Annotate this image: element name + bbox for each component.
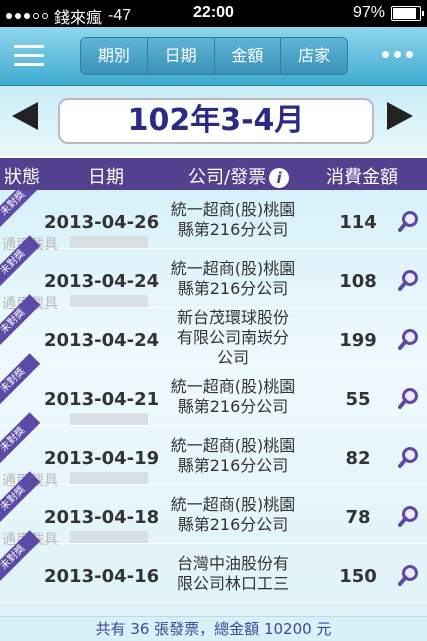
row-store-line: 縣第216分公司 bbox=[177, 397, 289, 416]
row-date: 2013-04-16 bbox=[44, 566, 160, 587]
redacted-field bbox=[70, 472, 148, 484]
tab-period[interactable]: 期別 bbox=[81, 38, 148, 74]
redacted-field bbox=[70, 531, 148, 543]
redacted-field bbox=[70, 236, 148, 248]
row-store: 統一超商(股)桃園 縣第216分公司 bbox=[160, 377, 306, 417]
row-date: 2013-04-21 bbox=[44, 389, 160, 410]
row-amount: 55 bbox=[345, 389, 371, 410]
tab-date[interactable]: 日期 bbox=[147, 38, 215, 74]
table-row[interactable]: 未對獎 2013-04-16 台灣中油股份有 限公司林口工三 150 bbox=[0, 530, 427, 603]
row-store-line: 公司 bbox=[216, 348, 249, 367]
row-store-line: 新台茂環球股份 bbox=[176, 308, 289, 327]
period-label[interactable]: 102年3-4月 bbox=[58, 98, 374, 144]
table-row[interactable]: 未對獎 2013-04-18 統一超商(股)桃園 縣第216分公司 78 通用載… bbox=[0, 471, 427, 548]
row-amount: 78 bbox=[345, 507, 371, 528]
next-period-icon[interactable] bbox=[387, 102, 413, 130]
battery-icon bbox=[391, 5, 424, 21]
row-store-line: 縣第216分公司 bbox=[177, 279, 289, 298]
battery-percent: 97% bbox=[352, 4, 385, 21]
tab-store[interactable]: 店家 bbox=[281, 38, 347, 74]
row-store-line: 統一超商(股)桃園 bbox=[170, 495, 296, 514]
hamburger-icon[interactable] bbox=[14, 45, 44, 67]
row-store: 新台茂環球股份 有限公司南崁分 公司 bbox=[160, 308, 306, 368]
row-date: 2013-04-26 bbox=[44, 212, 160, 233]
search-icon[interactable] bbox=[398, 446, 420, 468]
header-company-label: 公司/發票 bbox=[188, 167, 267, 188]
search-icon[interactable] bbox=[398, 564, 420, 586]
row-date: 2013-04-19 bbox=[44, 448, 160, 469]
table-row[interactable]: 未對獎 2013-04-24 統一超商(股)桃園 縣第216分公司 108 通用… bbox=[0, 235, 427, 312]
row-store: 統一超商(股)桃園 縣第216分公司 bbox=[160, 259, 306, 299]
row-store-line: 有限公司南崁分 bbox=[176, 328, 289, 347]
row-amount: 82 bbox=[345, 448, 371, 469]
search-icon[interactable] bbox=[398, 269, 420, 291]
row-date: 2013-04-18 bbox=[44, 507, 160, 528]
more-dots-icon[interactable] bbox=[382, 51, 413, 58]
row-store: 統一超商(股)桃園 縣第216分公司 bbox=[160, 200, 306, 240]
period-selector: 102年3-4月 bbox=[0, 86, 427, 156]
row-store-line: 縣第216分公司 bbox=[177, 456, 289, 475]
tab-amount[interactable]: 金額 bbox=[214, 38, 282, 74]
prev-period-icon[interactable] bbox=[12, 102, 38, 130]
status-bar: 錢來瘋 -47 22:00 97% bbox=[0, 0, 427, 27]
row-amount: 114 bbox=[339, 212, 377, 233]
row-store-line: 限公司林口工三 bbox=[176, 574, 289, 593]
redacted-field bbox=[70, 295, 148, 307]
row-amount: 150 bbox=[339, 566, 377, 587]
header-status: 狀態 bbox=[4, 167, 40, 188]
row-store-line: 縣第216分公司 bbox=[177, 515, 289, 534]
redacted-field bbox=[70, 413, 148, 425]
table-row[interactable]: 未對獎 2013-04-24 新台茂環球股份 有限公司南崁分 公司 199 bbox=[0, 294, 427, 368]
unclaimed-badge: 未對獎 bbox=[0, 190, 41, 231]
row-store-line: 統一超商(股)桃園 bbox=[170, 259, 296, 278]
search-icon[interactable] bbox=[398, 210, 420, 232]
row-store-line: 統一超商(股)桃園 bbox=[170, 377, 296, 396]
row-date: 2013-04-24 bbox=[44, 330, 160, 351]
status-right: 97% bbox=[352, 4, 424, 22]
row-store: 統一超商(股)桃園 縣第216分公司 bbox=[160, 436, 306, 476]
info-icon[interactable]: i bbox=[269, 168, 290, 188]
invoice-list: 未對獎 2013-04-26 統一超商(股)桃園 縣第216分公司 114 通用… bbox=[0, 190, 427, 616]
search-icon[interactable] bbox=[398, 505, 420, 527]
table-row[interactable]: 未對獎 2013-04-19 統一超商(股)桃園 縣第216分公司 82 通用載… bbox=[0, 412, 427, 489]
header-date: 日期 bbox=[88, 167, 124, 188]
search-icon[interactable] bbox=[398, 328, 420, 350]
table-header: 狀態 日期 公司/發票 i 消費金額 bbox=[0, 158, 427, 190]
row-store: 統一超商(股)桃園 縣第216分公司 bbox=[160, 495, 306, 535]
row-store-line: 統一超商(股)桃園 bbox=[170, 436, 296, 455]
row-store-line: 統一超商(股)桃園 bbox=[170, 200, 296, 219]
row-store-line: 台灣中油股份有 bbox=[176, 554, 289, 573]
sort-segmented-control: 期別 日期 金額 店家 bbox=[80, 37, 348, 75]
row-store: 台灣中油股份有 限公司林口工三 bbox=[160, 554, 306, 594]
summary-footer: 共有 36 張發票，總金額 10200 元 bbox=[0, 616, 427, 641]
row-amount: 199 bbox=[339, 330, 377, 351]
search-icon[interactable] bbox=[398, 387, 420, 409]
row-date: 2013-04-24 bbox=[44, 271, 160, 292]
row-amount: 108 bbox=[339, 271, 377, 292]
row-store-line: 縣第216分公司 bbox=[177, 220, 289, 239]
nav-bar: 期別 日期 金額 店家 bbox=[0, 27, 427, 86]
table-row[interactable]: 未對獎 2013-04-21 統一超商(股)桃園 縣第216分公司 55 bbox=[0, 353, 427, 426]
table-row[interactable]: 未對獎 2013-04-26 統一超商(股)桃園 縣第216分公司 114 通用… bbox=[0, 190, 427, 253]
header-amount: 消費金額 bbox=[326, 167, 398, 188]
header-company: 公司/發票 i bbox=[188, 163, 290, 189]
